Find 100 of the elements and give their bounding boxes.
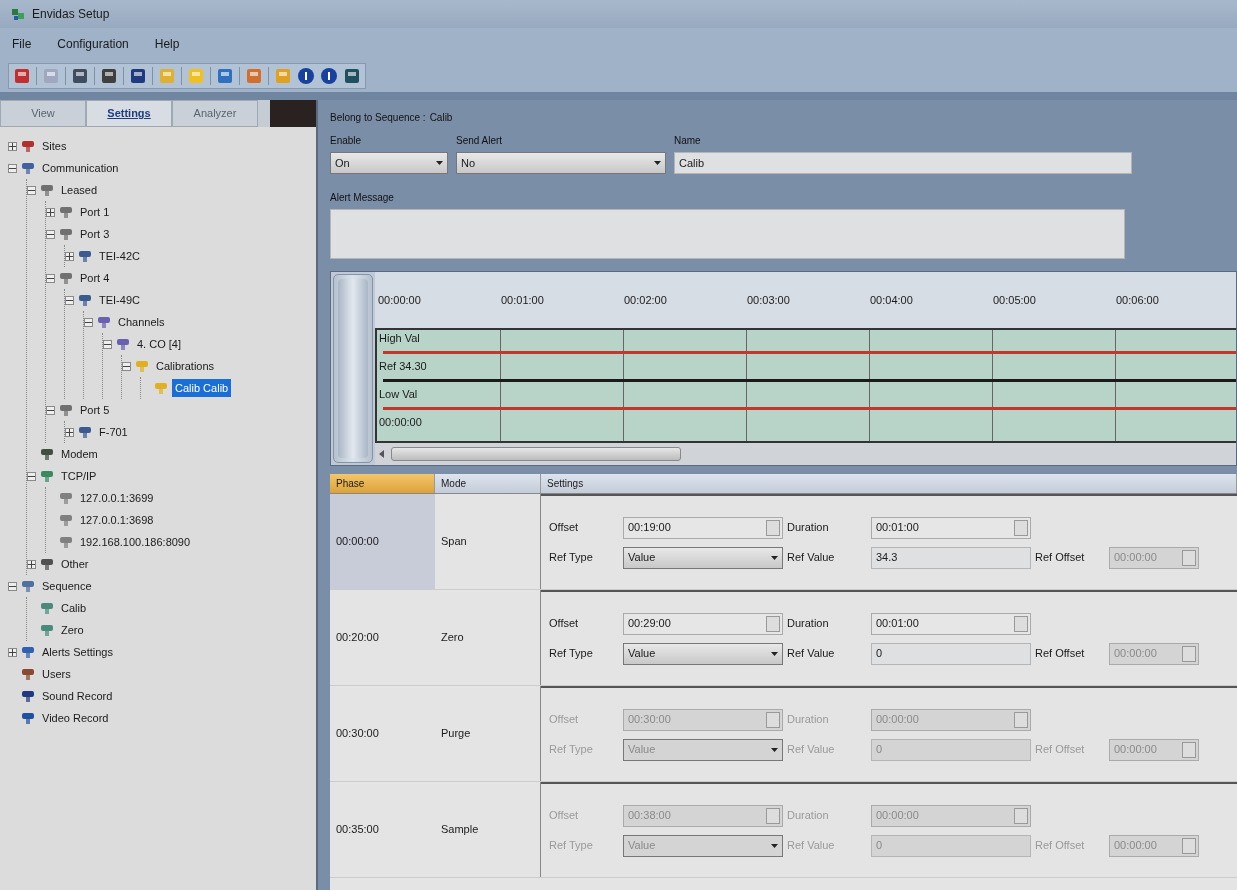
expander-icon[interactable] — [65, 427, 74, 437]
ref-value-field[interactable]: 0 — [871, 642, 1031, 665]
tree-item[interactable]: 127.0.0.1:3699 — [77, 488, 157, 508]
tree-item[interactable]: F-701 — [96, 422, 131, 442]
expander-icon[interactable] — [8, 141, 17, 151]
tree-item[interactable]: Channels — [115, 312, 168, 332]
field-label: Duration — [787, 808, 830, 824]
tab[interactable]: Settings — [86, 100, 172, 127]
table-cell-text: 00:30:00 — [335, 726, 380, 742]
tree-item[interactable]: Leased — [58, 180, 101, 200]
expander-icon[interactable] — [46, 273, 55, 283]
enable-dropdown[interactable]: On — [330, 152, 448, 174]
tree-item[interactable]: Other — [58, 554, 92, 574]
field-label: Ref Offset — [1035, 646, 1086, 662]
time-tick-label: 00:01:00 — [500, 292, 545, 308]
field-label: Belong to Sequence : — [330, 111, 426, 125]
time-tick-label: 00:02:00 — [623, 292, 668, 308]
tab[interactable]: View — [0, 100, 86, 127]
expander-icon[interactable] — [65, 251, 74, 261]
caret-icon — [771, 555, 778, 560]
field-label: Offset — [549, 712, 580, 728]
column-header[interactable]: Mode — [435, 474, 541, 493]
field-label: Ref Offset — [1035, 838, 1086, 854]
ref-type-dropdown[interactable]: Value — [623, 642, 783, 665]
tree-item[interactable]: Alerts Settings — [39, 642, 116, 662]
tree-item[interactable]: Zero — [58, 620, 87, 640]
tree-item[interactable]: 127.0.0.1:3698 — [77, 510, 157, 530]
tree-item[interactable]: Calibrations — [153, 356, 218, 376]
table-cell-text: 00:20:00 — [335, 630, 380, 646]
table-cell-text: 00:35:00 — [335, 822, 380, 838]
field-label: Ref Offset — [1035, 550, 1086, 566]
expander-icon[interactable] — [27, 471, 36, 481]
tree-item[interactable]: Calib Calib — [172, 378, 232, 398]
scroll-left-icon[interactable] — [379, 450, 385, 458]
window-title: Envidas Setup — [32, 6, 110, 23]
tree-item[interactable]: 192.168.100.186:8090 — [77, 532, 194, 552]
caret-icon — [771, 651, 778, 656]
expander-icon[interactable] — [8, 647, 17, 657]
tree-item[interactable]: Calib — [58, 598, 90, 618]
caret-icon — [654, 161, 661, 165]
tree-item[interactable]: Port 3 — [77, 224, 113, 244]
menu-item[interactable]: Help — [154, 35, 180, 53]
field-label: Duration — [787, 616, 830, 632]
tree-item[interactable]: Video Record — [39, 708, 112, 728]
field-label: Ref Type — [549, 646, 594, 662]
time-tick-label: 00:03:00 — [746, 292, 791, 308]
tree-item[interactable]: Modem — [58, 444, 101, 464]
tree-item[interactable]: Port 4 — [77, 268, 113, 288]
field-label: Ref Value — [787, 742, 836, 758]
table-cell: Span — [435, 494, 541, 589]
tree-item[interactable]: 4. CO [4] — [134, 334, 185, 354]
field-label: Ref Offset — [1035, 742, 1086, 758]
tree-item[interactable]: Sound Record — [39, 686, 116, 706]
tab[interactable]: Analyzer — [172, 100, 258, 127]
tree-item[interactable]: TEI-49C — [96, 290, 143, 310]
expander-icon[interactable] — [65, 295, 74, 305]
tree-item[interactable]: TCP/IP — [58, 466, 100, 486]
field-label: Ref Type — [549, 550, 594, 566]
tree-item[interactable]: Communication — [39, 158, 122, 178]
field-label: Alert Message — [330, 191, 395, 205]
column-header[interactable]: Settings — [541, 474, 1237, 493]
tree-item[interactable]: Users — [39, 664, 74, 684]
expander-icon[interactable] — [84, 317, 93, 327]
time-spinner[interactable]: 00:01:00 — [871, 516, 1031, 539]
marker-label: Ref 34.30 — [379, 360, 427, 372]
time-spinner[interactable]: 00:01:00 — [871, 612, 1031, 635]
app-icon — [10, 6, 26, 22]
field-label: Ref Value — [787, 646, 836, 662]
name-field[interactable]: Calib — [674, 152, 1132, 174]
alert-message-field[interactable] — [330, 209, 1125, 259]
menu-item[interactable]: Configuration — [57, 35, 129, 53]
column-header[interactable]: Phase — [330, 474, 435, 493]
time-spinner[interactable]: 00:29:00 — [623, 612, 783, 635]
tree-item[interactable]: Sites — [39, 136, 70, 156]
tree-item[interactable]: TEI-42C — [96, 246, 143, 266]
expander-icon[interactable] — [46, 207, 55, 217]
tree-item[interactable]: Port 5 — [77, 400, 113, 420]
tree-item[interactable]: Port 1 — [77, 202, 113, 222]
send-alert-dropdown[interactable]: No — [456, 152, 666, 174]
expander-icon[interactable] — [46, 229, 55, 239]
tree-item[interactable]: Sequence — [39, 576, 95, 596]
field-label: Ref Type — [549, 742, 594, 758]
expander-icon[interactable] — [27, 185, 36, 195]
expander-icon[interactable] — [46, 405, 55, 415]
ref-value-field[interactable]: 34.3 — [871, 546, 1031, 569]
marker-label: Low Val — [379, 388, 418, 400]
expander-icon[interactable] — [8, 163, 17, 173]
table-cell: Zero — [435, 590, 541, 685]
menu-item[interactable]: File — [12, 35, 32, 53]
expander-icon[interactable] — [27, 559, 36, 569]
dark-panel — [270, 100, 316, 127]
expander-icon[interactable] — [122, 361, 131, 371]
ref-type-dropdown[interactable]: Value — [623, 546, 783, 569]
expander-icon[interactable] — [8, 581, 17, 591]
expander-icon[interactable] — [103, 339, 112, 349]
field-label: Name — [674, 134, 702, 148]
horizontal-scrollbar[interactable] — [375, 443, 1236, 465]
field-label: Ref Value — [787, 550, 836, 566]
caret-icon — [771, 843, 778, 848]
time-spinner[interactable]: 00:19:00 — [623, 516, 783, 539]
